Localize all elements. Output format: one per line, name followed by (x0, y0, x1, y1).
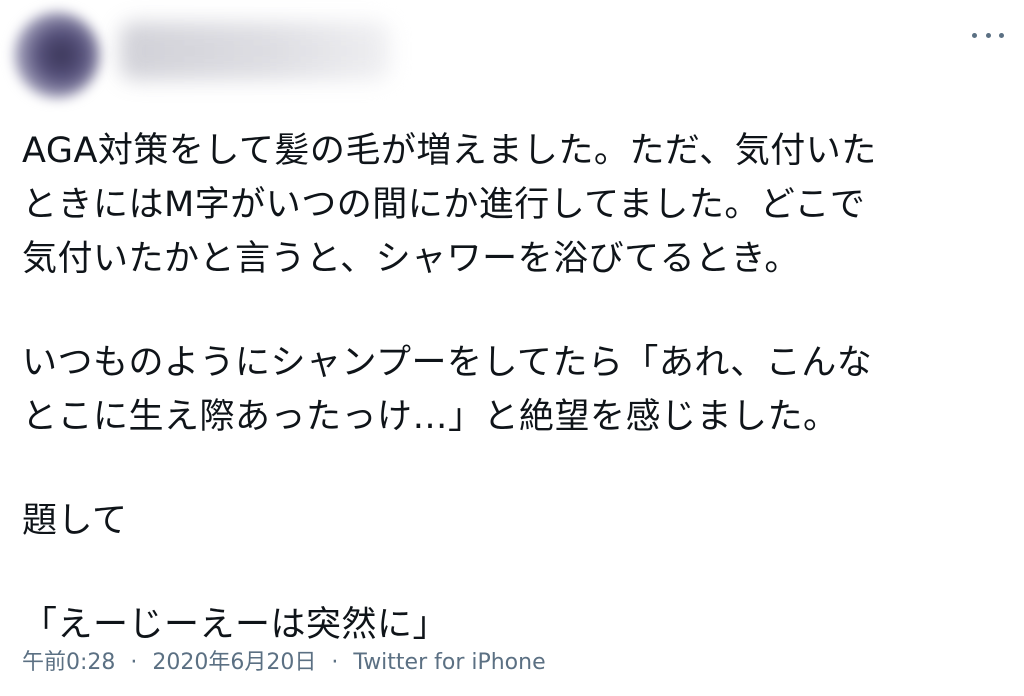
dot (999, 32, 1004, 38)
more-dots-icon[interactable] (972, 24, 1004, 46)
tweet-time[interactable]: 午前0:28 (22, 650, 115, 675)
dot (985, 32, 991, 38)
dot (972, 32, 977, 38)
author-name-blurred[interactable] (120, 22, 390, 80)
tweet-source[interactable]: Twitter for iPhone (353, 650, 545, 675)
tweet-paragraph: 題して (22, 501, 128, 541)
tweet-date[interactable]: 2020年6月20日 (152, 650, 316, 675)
tweet-text: AGA対策をして髪の毛が増えました。ただ、気付いた ときにはM字がいつの間にか進… (22, 124, 1012, 652)
separator: · (130, 650, 138, 675)
tweet-paragraph: いつものようにシャンプーをしてたら「あれ、こんな とこに生え際あったっけ…」と絶… (22, 343, 873, 437)
separator: · (331, 650, 339, 675)
tweet-header (0, 0, 1024, 110)
tweet-card: AGA対策をして髪の毛が増えました。ただ、気付いた ときにはM字がいつの間にか進… (0, 0, 1024, 696)
tweet-metadata: 午前0:28 · 2020年6月20日 · Twitter for iPhone (22, 644, 546, 676)
tweet-paragraph: AGA対策をして髪の毛が増えました。ただ、気付いた ときにはM字がいつの間にか進… (22, 131, 877, 279)
avatar[interactable] (14, 12, 100, 98)
